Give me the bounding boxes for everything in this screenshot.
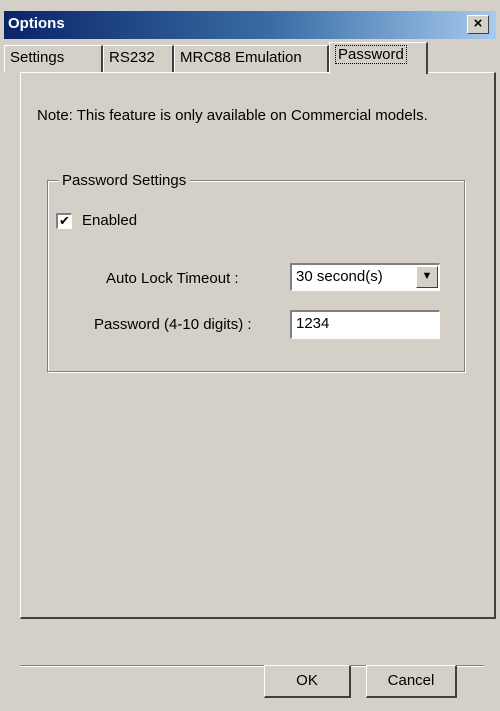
- chevron-down-icon: ▼: [421, 270, 433, 282]
- cancel-button-label: Cancel: [387, 672, 435, 689]
- enabled-label[interactable]: Enabled: [82, 212, 137, 229]
- group-title: Password Settings: [58, 172, 191, 189]
- cancel-button[interactable]: Cancel: [366, 665, 457, 698]
- enabled-checkbox[interactable]: ✔: [56, 213, 72, 229]
- window-title: Options: [8, 15, 65, 32]
- options-dialog: Options × Settings RS232 MRC88 Emulation…: [0, 0, 500, 711]
- tab-label: Settings: [10, 49, 65, 66]
- ok-button[interactable]: OK: [264, 665, 351, 698]
- tab-label: MRC88 Emulation: [180, 49, 302, 66]
- tab-password[interactable]: Password: [329, 42, 428, 74]
- tab-label: RS232: [109, 49, 155, 66]
- title-bar[interactable]: Options ×: [4, 11, 496, 39]
- dropdown-button[interactable]: ▼: [416, 266, 438, 288]
- tab-settings[interactable]: Settings: [4, 45, 103, 72]
- selected-value: 30 second(s): [296, 268, 383, 285]
- password-label: Password (4-10 digits) :: [94, 316, 252, 333]
- note-text: Note: This feature is only available on …: [37, 107, 428, 124]
- password-input[interactable]: 1234: [290, 310, 440, 339]
- auto-lock-timeout-select[interactable]: 30 second(s) ▼: [290, 263, 440, 291]
- tab-mrc88-emulation[interactable]: MRC88 Emulation: [174, 45, 329, 72]
- check-icon: ✔: [59, 213, 70, 228]
- tab-label: Password: [335, 45, 407, 64]
- auto-lock-timeout-label: Auto Lock Timeout :: [106, 270, 239, 287]
- ok-button-label: OK: [296, 672, 318, 689]
- close-button[interactable]: ×: [467, 15, 489, 34]
- close-icon: ×: [473, 15, 483, 32]
- tab-rs232[interactable]: RS232: [103, 45, 174, 72]
